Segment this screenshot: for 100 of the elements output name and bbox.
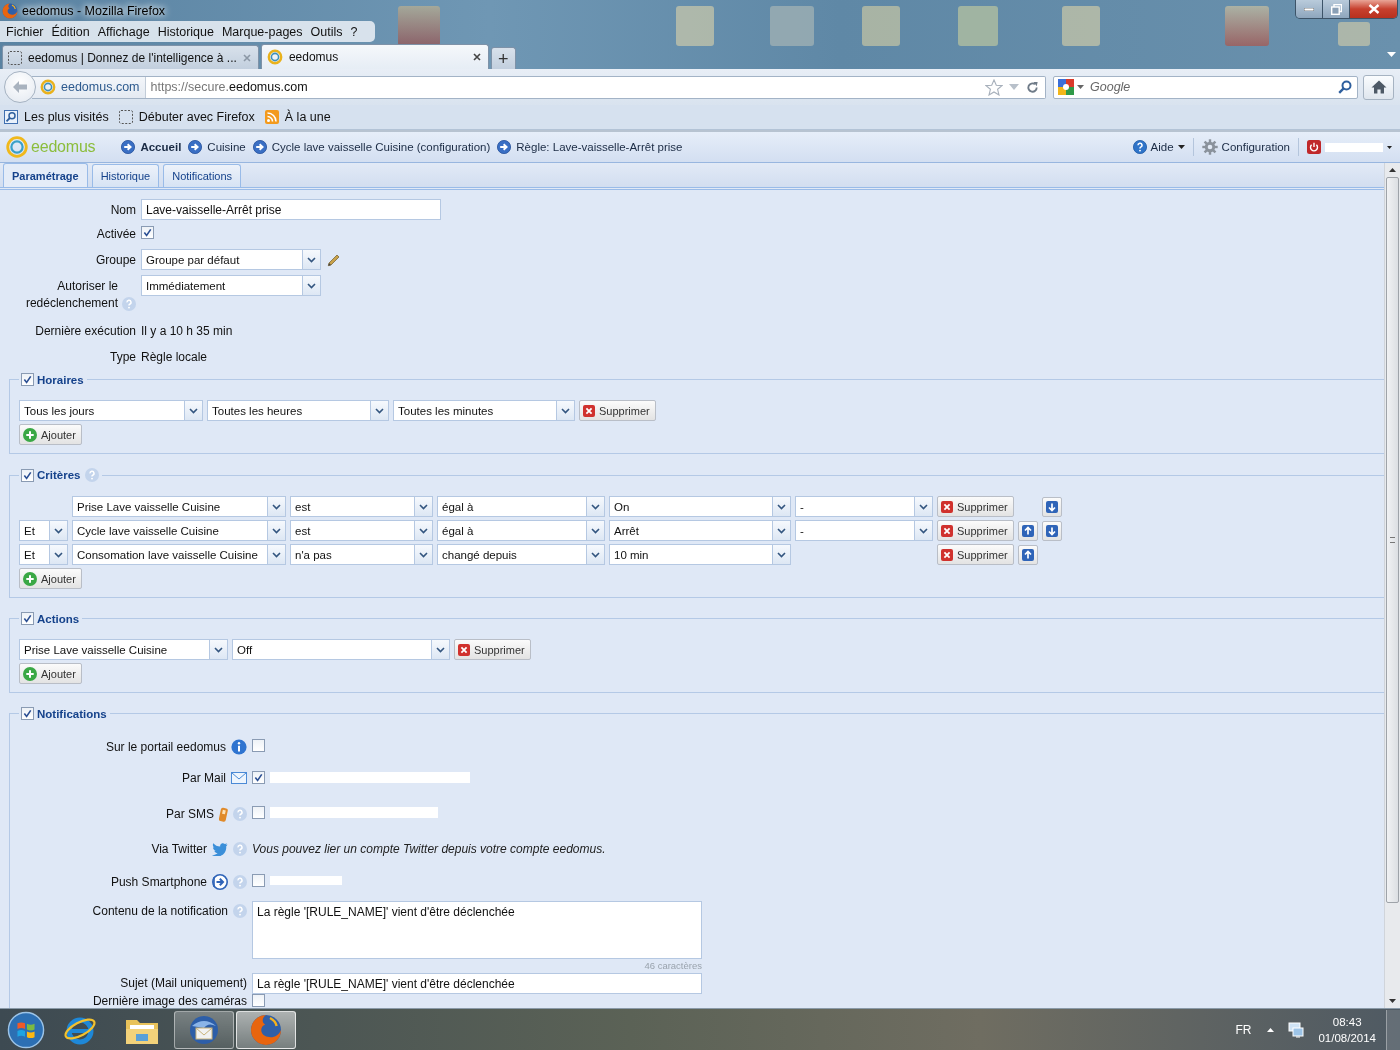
- menu-item[interactable]: Affichage: [93, 24, 154, 39]
- move-down-button[interactable]: [1041, 496, 1062, 517]
- checkbox[interactable]: [252, 739, 265, 752]
- select-field[interactable]: est: [290, 520, 433, 541]
- select-field[interactable]: Et: [19, 520, 68, 541]
- delete-button[interactable]: Supprimer: [937, 544, 1014, 565]
- tab[interactable]: Historique: [91, 164, 160, 187]
- select-field[interactable]: Prise Lave vaisselle Cuisine: [72, 496, 286, 517]
- select-field[interactable]: Consomation lave vaisselle Cuisine: [72, 544, 286, 565]
- browser-tab[interactable]: eedomus: [260, 44, 489, 69]
- menu-item[interactable]: ?: [346, 24, 362, 39]
- delete-button[interactable]: Supprimer: [579, 400, 656, 421]
- select-field[interactable]: n'a pas: [290, 544, 433, 565]
- name-field[interactable]: Lave-vaisselle-Arrêt prise: [141, 199, 441, 220]
- browser-tab[interactable]: eedomus | Donnez de l'intelligence à ...: [2, 45, 259, 69]
- menu-item[interactable]: Marque-pages: [217, 24, 307, 39]
- add-button[interactable]: Ajouter: [19, 568, 82, 589]
- bookmark-link[interactable]: Débuter avec Firefox: [118, 110, 255, 124]
- taskbar-button[interactable]: [174, 1010, 234, 1049]
- menu-item[interactable]: Édition: [47, 24, 94, 39]
- checkbox[interactable]: [252, 771, 265, 784]
- tab[interactable]: Paramétrage: [3, 163, 88, 187]
- tab[interactable]: Notifications: [163, 164, 242, 187]
- delete-button[interactable]: Supprimer: [454, 639, 531, 660]
- menu-item[interactable]: Outils: [306, 24, 347, 39]
- bookmark-link[interactable]: À la une: [264, 110, 331, 124]
- menu-item[interactable]: Historique: [153, 24, 218, 39]
- checkbox[interactable]: [252, 806, 265, 819]
- subject-field[interactable]: La règle '[RULE_NAME]' vient d'être déclenchée: [252, 973, 702, 994]
- add-button[interactable]: Ajouter: [19, 663, 82, 684]
- select-field[interactable]: est: [290, 496, 433, 517]
- scrollbar[interactable]: [1384, 163, 1400, 1008]
- address-field[interactable]: eedomus.com https://secure.eedomus.com: [32, 75, 1046, 99]
- scrollbar-thumb[interactable]: [1386, 177, 1399, 903]
- close-button[interactable]: [1350, 0, 1397, 18]
- select-field[interactable]: changé depuis: [437, 544, 605, 565]
- language-indicator[interactable]: FR: [1235, 1022, 1252, 1037]
- checkbox[interactable]: [21, 373, 34, 386]
- caret-icon[interactable]: [1077, 85, 1084, 89]
- caret-icon[interactable]: [1267, 1027, 1275, 1032]
- reload-icon[interactable]: [1026, 80, 1039, 94]
- select-field[interactable]: -: [795, 520, 933, 541]
- move-up-button[interactable]: [1017, 544, 1038, 565]
- breadcrumb-link[interactable]: Règle: Lave-vaisselle-Arrêt prise: [497, 140, 683, 154]
- select-field[interactable]: Immédiatement: [141, 275, 321, 296]
- search-input[interactable]: Google: [1090, 78, 1338, 96]
- select-field[interactable]: égal à: [437, 496, 605, 517]
- breadcrumb-link[interactable]: Cycle lave vaisselle Cuisine (configuration): [252, 140, 491, 154]
- caret-icon[interactable]: [1387, 52, 1396, 57]
- new-tab-button[interactable]: +: [490, 47, 516, 69]
- select-field[interactable]: Cycle lave vaisselle Cuisine: [72, 520, 286, 541]
- select-field[interactable]: Groupe par défaut: [141, 249, 321, 270]
- user-menu-button[interactable]: [1307, 140, 1392, 154]
- info-icon[interactable]: [231, 739, 247, 755]
- home-button[interactable]: [1363, 74, 1394, 100]
- select-field[interactable]: égal à: [437, 520, 605, 541]
- select-field[interactable]: Et: [19, 544, 68, 565]
- checkbox[interactable]: [21, 468, 34, 482]
- close-icon[interactable]: [472, 53, 481, 61]
- add-button[interactable]: Ajouter: [19, 424, 82, 445]
- show-desktop-button[interactable]: [1386, 1009, 1400, 1050]
- select-field[interactable]: Toutes les minutes: [393, 400, 575, 421]
- pencil-icon[interactable]: [327, 252, 341, 267]
- select-field[interactable]: Arrêt: [609, 520, 791, 541]
- configuration-link[interactable]: Configuration: [1201, 139, 1290, 155]
- move-down-button[interactable]: [1041, 520, 1062, 541]
- menu-item[interactable]: Fichier: [2, 24, 48, 39]
- scroll-up-icon[interactable]: [1389, 168, 1396, 172]
- search-bar[interactable]: Google: [1053, 75, 1358, 99]
- restore-button[interactable]: [1323, 0, 1350, 18]
- breadcrumb-link[interactable]: Cuisine: [188, 140, 246, 154]
- checkbox[interactable]: [252, 874, 265, 887]
- minimize-button[interactable]: [1296, 0, 1323, 18]
- select-field[interactable]: -: [795, 496, 933, 517]
- breadcrumb-link[interactable]: Accueil: [121, 140, 182, 154]
- delete-button[interactable]: Supprimer: [937, 520, 1014, 541]
- select-field[interactable]: Prise Lave vaisselle Cuisine: [19, 639, 228, 660]
- checkbox[interactable]: [21, 612, 34, 625]
- clock-time[interactable]: 08:43: [1332, 1013, 1362, 1030]
- message-field[interactable]: La règle '[RULE_NAME]' vient d'être déclenchée: [252, 901, 702, 959]
- checkbox[interactable]: [252, 994, 265, 1007]
- bookmark-link[interactable]: Les plus visités: [4, 110, 109, 124]
- clock-date[interactable]: 01/08/2014: [1318, 1029, 1376, 1046]
- taskbar-button[interactable]: [236, 1010, 296, 1049]
- help-menu-button[interactable]: Aide: [1132, 140, 1185, 154]
- select-field[interactable]: Toutes les heures: [207, 400, 389, 421]
- scroll-down-icon[interactable]: [1389, 999, 1396, 1003]
- star-icon[interactable]: [985, 78, 1003, 96]
- select-field[interactable]: On: [609, 496, 791, 517]
- select-field[interactable]: Off: [232, 639, 450, 660]
- select-field[interactable]: Tous les jours: [19, 400, 203, 421]
- search-icon[interactable]: [1338, 80, 1352, 94]
- delete-button[interactable]: Supprimer: [937, 496, 1014, 517]
- move-up-button[interactable]: [1017, 520, 1038, 541]
- search-engine-icon[interactable]: [1058, 79, 1074, 95]
- site-identity-button[interactable]: eedomus.com: [32, 76, 146, 98]
- network-icon[interactable]: [1288, 1021, 1305, 1038]
- select-field[interactable]: 10 min: [609, 544, 791, 565]
- checkbox[interactable]: [141, 226, 154, 239]
- checkbox[interactable]: [21, 707, 34, 720]
